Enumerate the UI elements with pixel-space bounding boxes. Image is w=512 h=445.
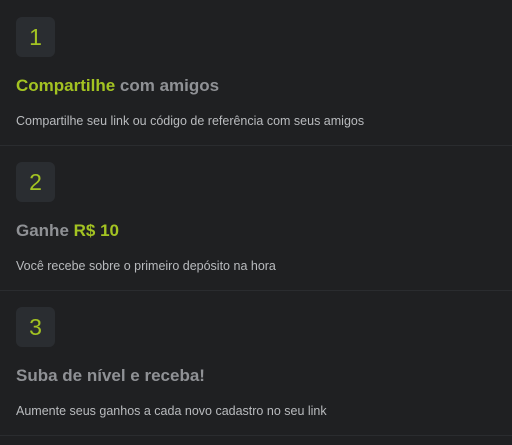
step-2: 2 Ganhe R$ 10 Você recebe sobre o primei…	[0, 145, 512, 290]
step-title: Ganhe R$ 10	[16, 221, 119, 241]
divider	[0, 435, 512, 436]
step-title-rest: com amigos	[115, 76, 220, 95]
step-description: Você recebe sobre o primeiro depósito na…	[16, 259, 276, 273]
step-1: 1 Compartilhe com amigos Compartilhe seu…	[0, 0, 512, 145]
step-3: 3 Suba de nível e receba! Aumente seus g…	[0, 290, 512, 435]
step-title: Suba de nível e receba!	[16, 366, 205, 385]
step-description: Compartilhe seu link ou código de referê…	[16, 114, 365, 128]
step-title-prefix: Ganhe	[16, 221, 74, 240]
step-number-badge: 1	[16, 17, 55, 57]
step-title-highlight: R$ 10	[73, 221, 119, 240]
step-number-badge: 2	[16, 162, 55, 202]
step-title: Compartilhe com amigos	[16, 76, 219, 96]
step-number-badge: 3	[16, 307, 55, 347]
step-description: Aumente seus ganhos a cada novo cadastro…	[16, 404, 327, 418]
step-title-highlight: Compartilhe	[16, 76, 116, 95]
referral-steps: 1 Compartilhe com amigos Compartilhe seu…	[0, 0, 512, 445]
